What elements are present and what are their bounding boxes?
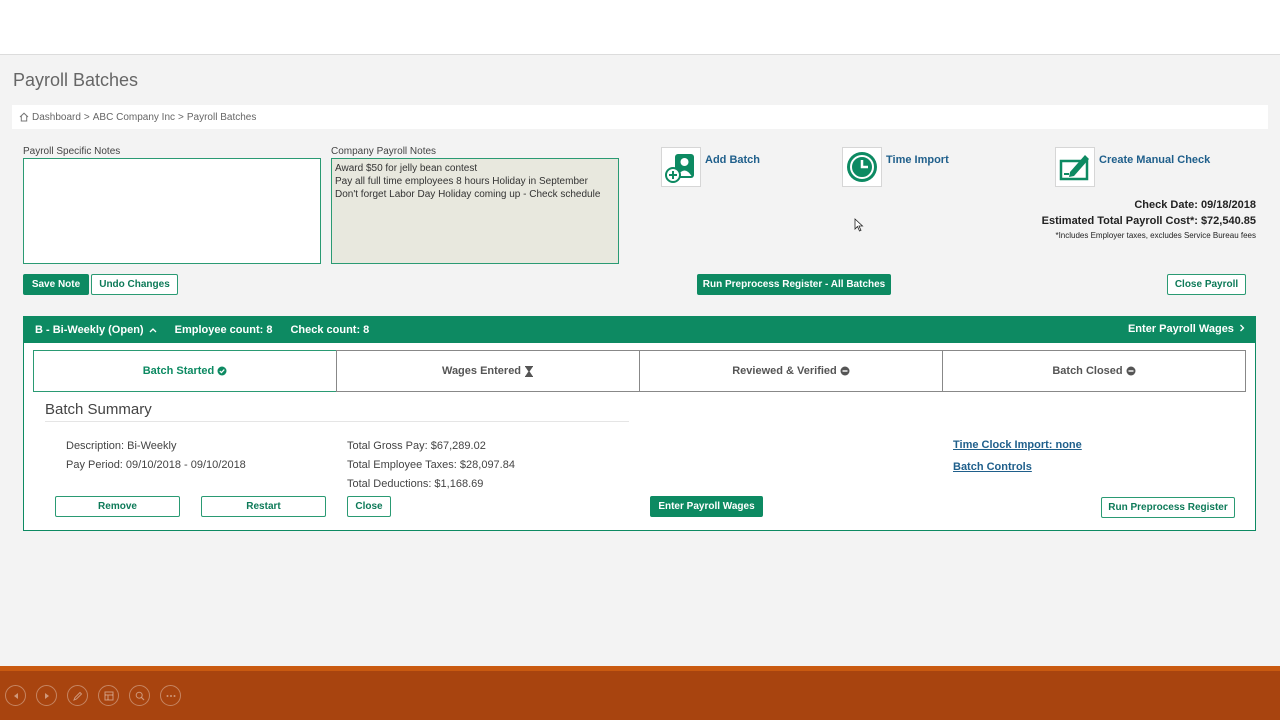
cost-footnote: *Includes Employer taxes, excludes Servi… [1055, 231, 1256, 240]
check-date: Check Date: 09/18/2018 [1134, 199, 1256, 211]
enter-payroll-wages-button[interactable]: Enter Payroll Wages [650, 496, 763, 517]
more-options-button[interactable] [160, 685, 181, 706]
add-batch-action[interactable]: Add Batch [661, 147, 760, 187]
pen-icon [72, 691, 82, 701]
minus-circle-icon [1126, 366, 1136, 376]
next-slide-button[interactable] [36, 685, 57, 706]
breadcrumb-separator: > [83, 111, 90, 123]
pen-tool-button[interactable] [67, 685, 88, 706]
step-batch-started: Batch Started [33, 350, 337, 392]
step-wages-entered: Wages Entered [336, 350, 640, 392]
slides-icon [104, 691, 113, 700]
batch-controls-link[interactable]: Batch Controls [953, 461, 1032, 473]
check-count: Check count: 8 [290, 324, 370, 336]
payroll-specific-notes-label: Payroll Specific Notes [23, 146, 121, 157]
breadcrumb-separator: > [178, 111, 184, 123]
hourglass-icon [525, 365, 534, 377]
breadcrumb-dashboard[interactable]: Dashboard [32, 112, 81, 123]
undo-changes-button[interactable]: Undo Changes [91, 274, 178, 295]
chevron-right-icon [1240, 324, 1245, 332]
batch-header: B - Bi-Weekly (Open) Employee count: 8 C… [24, 317, 1255, 343]
remove-batch-button[interactable]: Remove [55, 496, 180, 517]
run-preprocess-all-batches-button[interactable]: Run Preprocess Register - All Batches [697, 274, 891, 295]
step-label: Reviewed & Verified [732, 365, 837, 377]
create-manual-check-label[interactable]: Create Manual Check [1099, 154, 1210, 166]
enter-payroll-wages-link-label[interactable]: Enter Payroll Wages [1128, 323, 1234, 335]
minus-circle-icon [840, 366, 850, 376]
run-preprocess-register-button[interactable]: Run Preprocess Register [1101, 497, 1235, 518]
pay-period: Pay Period: 09/10/2018 - 09/10/2018 [66, 459, 246, 471]
time-import-action[interactable]: Time Import [842, 147, 949, 187]
step-label: Batch Started [142, 365, 215, 377]
triangle-right-icon [44, 692, 49, 699]
time-clock-import-link[interactable]: Time Clock Import: none [953, 439, 1082, 451]
estimated-total-payroll-cost: Estimated Total Payroll Cost*: $72,540.8… [1041, 215, 1256, 227]
page-title: Payroll Batches [13, 70, 139, 90]
total-deductions: Total Deductions: $1,168.69 [347, 478, 484, 490]
employee-count: Employee count: 8 [174, 324, 273, 336]
total-employee-taxes: Total Employee Taxes: $28,097.84 [347, 459, 515, 471]
triangle-left-icon [13, 692, 18, 699]
step-reviewed-verified: Reviewed & Verified [639, 350, 943, 392]
add-batch-label[interactable]: Add Batch [705, 154, 760, 166]
enter-payroll-wages-link[interactable]: Enter Payroll Wages [1128, 323, 1245, 335]
batch-name[interactable]: B - Bi-Weekly (Open) [35, 324, 144, 336]
summary-divider [45, 421, 629, 422]
mouse-cursor-icon [854, 218, 864, 232]
magnifier-icon [135, 691, 144, 700]
breadcrumb: Dashboard > ABC Company Inc > Payroll Ba… [12, 105, 1268, 129]
breadcrumb-current: Payroll Batches [186, 111, 257, 123]
time-import-tile[interactable] [842, 147, 882, 187]
create-manual-check-tile[interactable] [1055, 147, 1095, 187]
see-all-slides-button[interactable] [98, 685, 119, 706]
restart-batch-button[interactable]: Restart [201, 496, 326, 517]
total-gross-pay: Total Gross Pay: $67,289.02 [347, 440, 486, 452]
previous-slide-button[interactable] [5, 685, 26, 706]
payroll-specific-notes-input[interactable] [23, 158, 321, 264]
breadcrumb-company[interactable]: ABC Company Inc [93, 112, 175, 123]
step-batch-closed: Batch Closed [942, 350, 1246, 392]
top-bar [0, 0, 1280, 55]
time-import-label[interactable]: Time Import [886, 154, 949, 166]
close-batch-button[interactable]: Close [347, 496, 391, 517]
step-label: Batch Closed [1052, 365, 1123, 377]
zoom-button[interactable] [129, 685, 150, 706]
ellipsis-icon [166, 694, 175, 697]
edit-check-icon [1059, 155, 1089, 181]
batch-progress-steps: Batch Started Wages Entered Reviewed & V… [33, 350, 1246, 392]
company-payroll-notes-input[interactable] [331, 158, 619, 264]
batch-summary-title: Batch Summary [45, 401, 152, 418]
batch-toggle[interactable]: B - Bi-Weekly (Open) [35, 324, 157, 336]
save-note-button[interactable]: Save Note [23, 274, 89, 295]
chevron-up-icon [149, 328, 157, 333]
batch-description: Description: Bi-Weekly [66, 440, 177, 452]
check-circle-icon [217, 366, 227, 376]
step-label: Wages Entered [441, 365, 522, 377]
presentation-toolbar [0, 666, 1280, 720]
close-payroll-button[interactable]: Close Payroll [1167, 274, 1246, 295]
batch-panel: B - Bi-Weekly (Open) Employee count: 8 C… [23, 316, 1256, 531]
home-icon [19, 112, 29, 122]
add-user-icon [665, 154, 694, 183]
clock-icon [847, 152, 877, 182]
create-manual-check-action[interactable]: Create Manual Check [1055, 147, 1210, 187]
company-payroll-notes-label: Company Payroll Notes [331, 146, 437, 157]
add-batch-tile[interactable] [661, 147, 701, 187]
